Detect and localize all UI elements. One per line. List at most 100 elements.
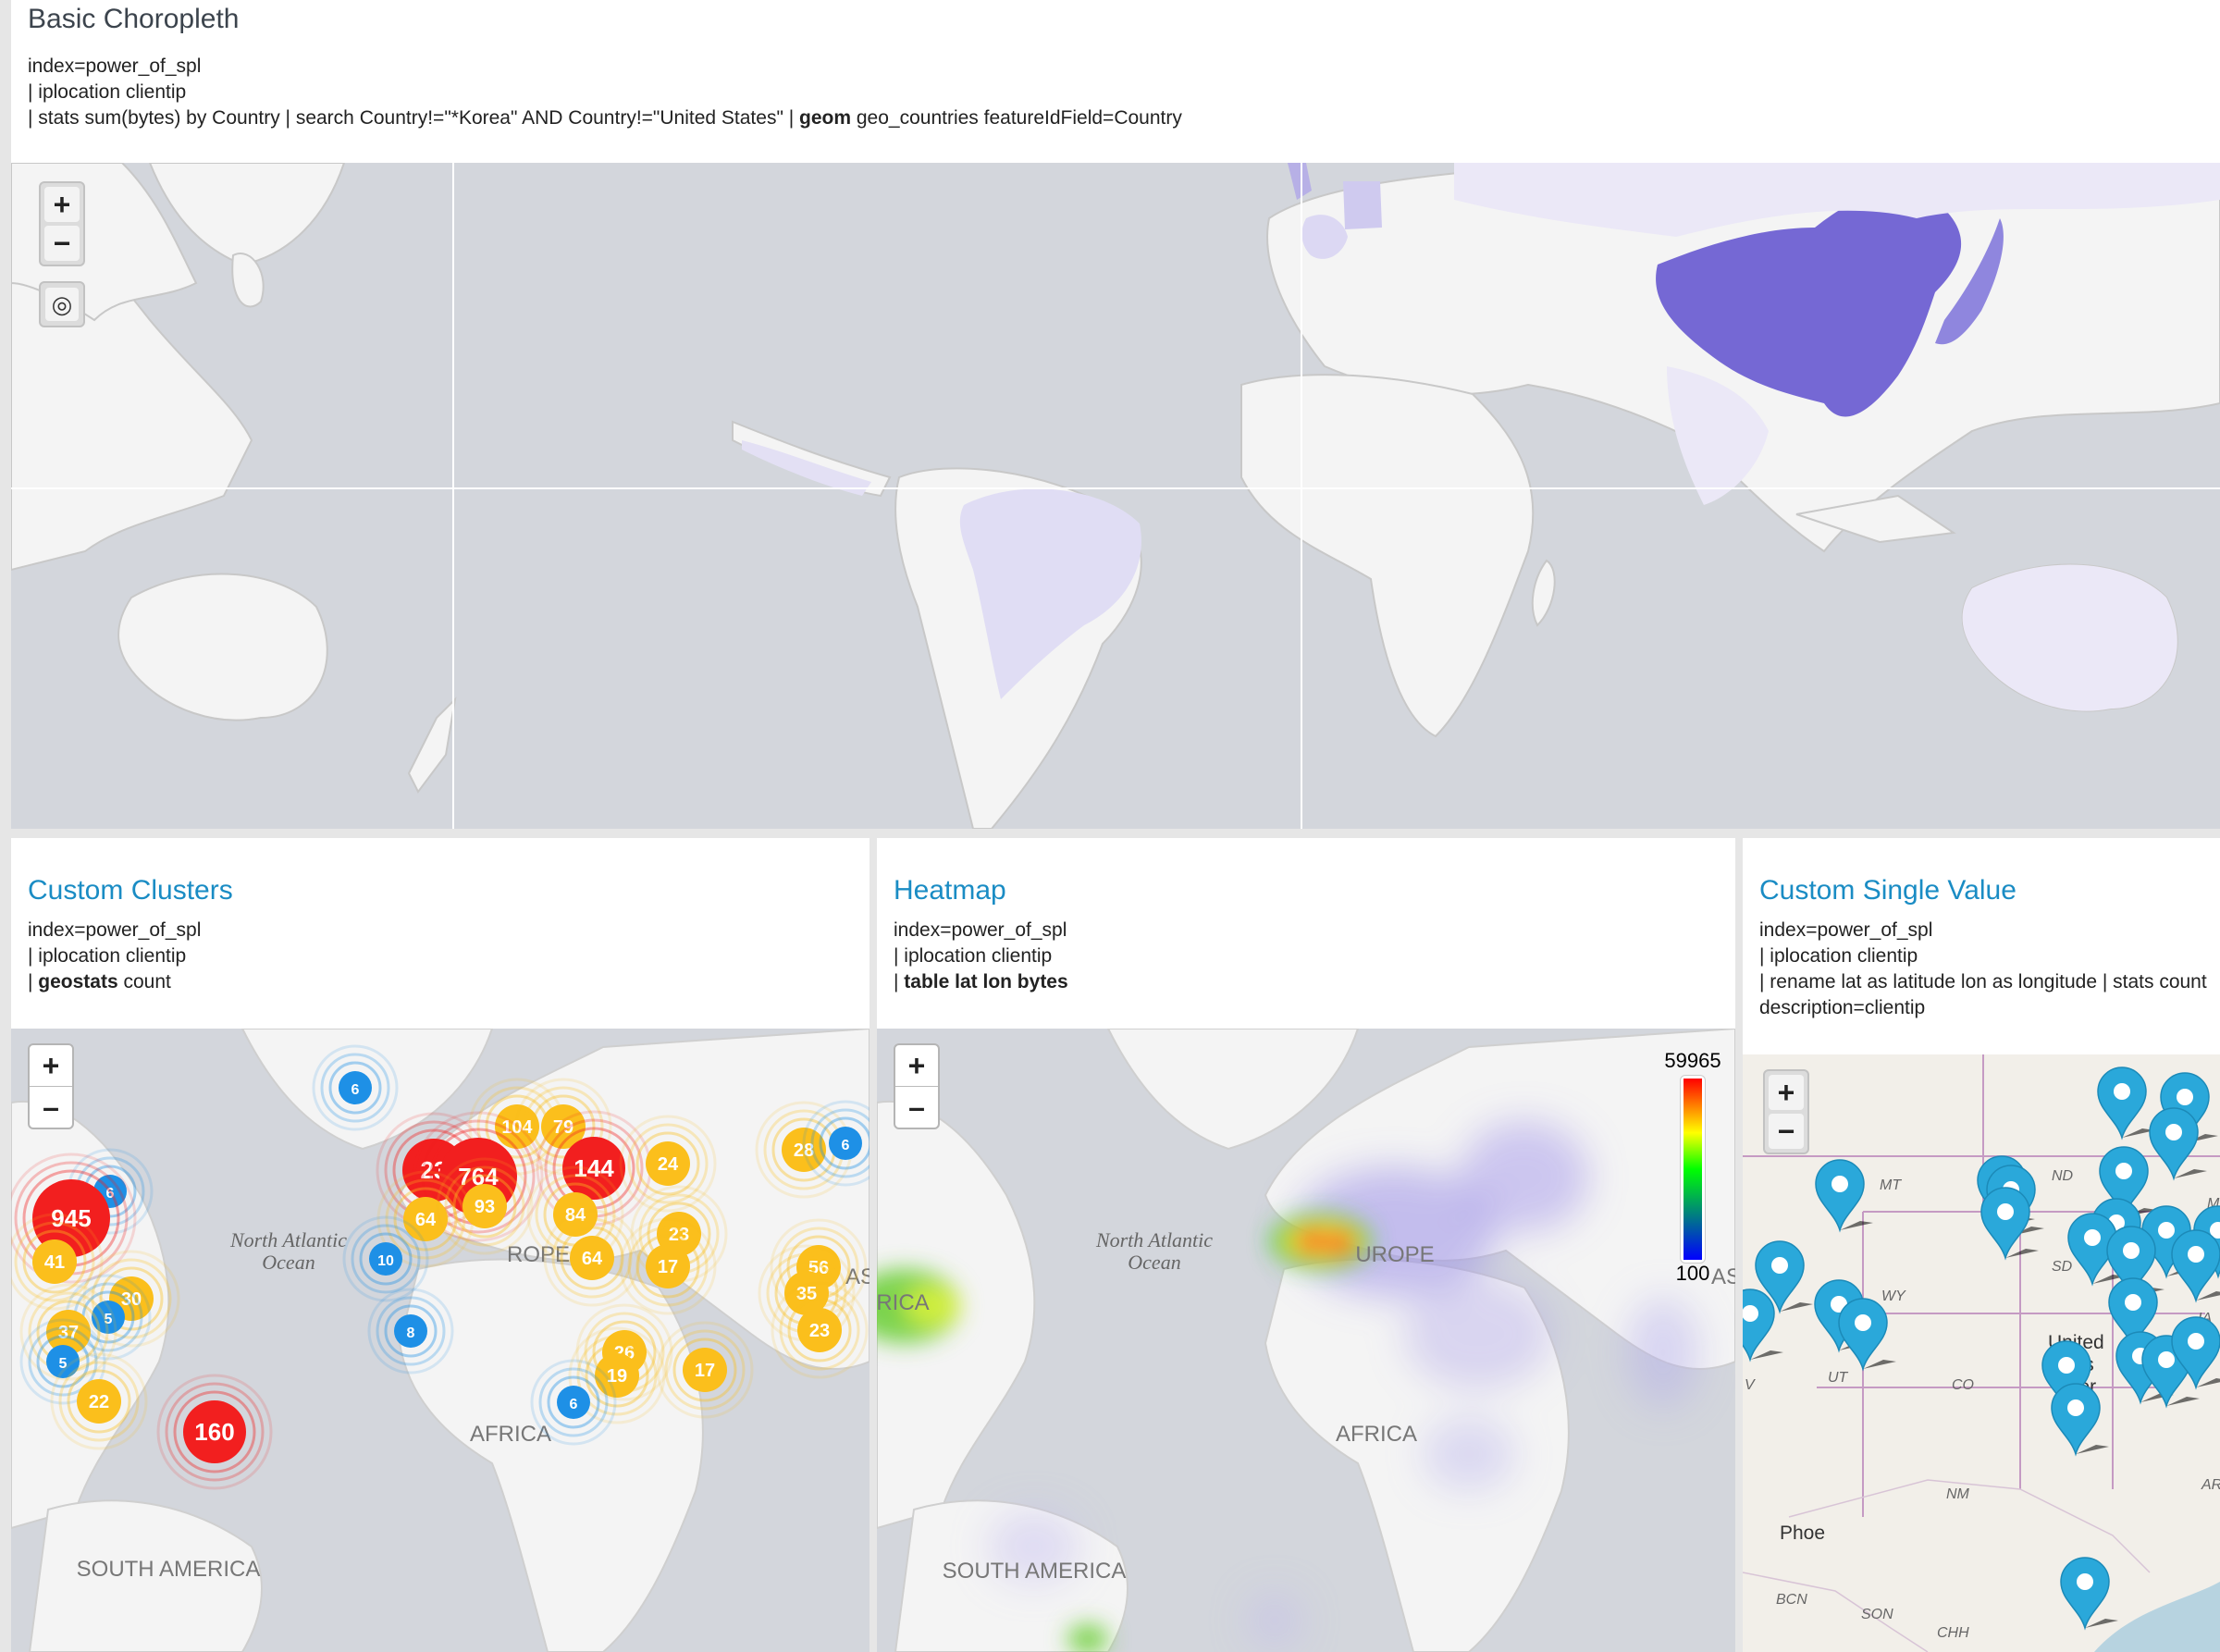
pin-layer (1743, 1066, 2220, 1631)
cluster-marker[interactable]: 10 (342, 1215, 429, 1302)
panel-title: Basic Choropleth (28, 4, 240, 34)
map-label: Phoe (1780, 1523, 1825, 1544)
cluster-count: 17 (695, 1361, 715, 1381)
pin-map[interactable]: MT ND SD ID WY IA UT CO NM TX AR SON CHH… (1743, 1054, 2220, 1652)
search-query: index=power_of_spl | iplocation clientip… (28, 54, 1182, 131)
map-label: SON (1861, 1607, 1893, 1622)
map-label: SOUTH AMERICA (943, 1559, 1127, 1584)
locate-button[interactable]: ◎ (39, 281, 85, 327)
search-query: index=power_of_spl | iplocation clientip… (1759, 918, 2207, 1021)
query-line: description=clientip (1759, 997, 1926, 1018)
query-text: count (117, 971, 171, 992)
query-text: | (894, 971, 905, 992)
location-pin-icon[interactable] (1815, 1159, 1873, 1233)
map-label: RICA (877, 1290, 930, 1315)
pin-map-svg: MT ND SD ID WY IA UT CO NM TX AR SON CHH… (1743, 1054, 2220, 1652)
map-label: SD (2052, 1259, 2073, 1275)
query-line: | table lat lon bytes (894, 969, 1068, 995)
cluster-count: 22 (89, 1392, 109, 1412)
zoom-in-button[interactable]: + (44, 187, 80, 222)
legend-min: 100 (1675, 1262, 1710, 1285)
cluster-count: 64 (415, 1210, 437, 1230)
map-label: Ocean (262, 1251, 314, 1274)
cluster-marker[interactable]: 160 (156, 1374, 273, 1490)
query-line: | iplocation clientip (28, 945, 187, 967)
heatmap-legend: 59965 100 (1654, 1045, 1732, 1285)
panel-title-link[interactable]: Custom Single Value (1759, 875, 2016, 906)
cluster-count: 17 (658, 1257, 678, 1277)
map-label: AR (2201, 1477, 2220, 1493)
zoom-in-button[interactable]: + (30, 1045, 72, 1086)
single-value-panel: Custom Single Value index=power_of_spl |… (1743, 838, 2220, 1652)
heatmap-panel: Heatmap index=power_of_spl | iplocation … (877, 838, 1735, 1652)
query-text: | (28, 971, 39, 992)
crosshair-icon: ◎ (45, 288, 79, 321)
cluster-count: 8 (407, 1325, 415, 1341)
query-command: geostats (38, 971, 118, 992)
zoom-in-button[interactable]: + (895, 1045, 938, 1086)
map-label: NM (1946, 1486, 1970, 1502)
location-pin-icon[interactable] (2097, 1066, 2155, 1140)
map-label: CHH (1937, 1625, 1969, 1641)
legend-gradient (1680, 1075, 1706, 1264)
query-line: index=power_of_spl (1759, 919, 1933, 941)
map-label: WY (1881, 1288, 1906, 1304)
cluster-count: 10 (377, 1253, 394, 1269)
heatmap-map[interactable]: North Atlantic Ocean AFRICA SOUTH AMERIC… (877, 1029, 1735, 1652)
japan-west-land (231, 253, 265, 308)
cluster-count: 24 (658, 1154, 679, 1175)
zoom-out-button[interactable]: − (1769, 1114, 1804, 1149)
cluster-count: 6 (570, 1397, 578, 1412)
map-label: AFRICA (1336, 1422, 1417, 1447)
location-pin-icon[interactable] (2171, 1229, 2220, 1303)
zoom-out-button[interactable]: – (30, 1086, 72, 1128)
query-command: table lat lon bytes (904, 971, 1068, 992)
australia-land (117, 573, 328, 721)
map-label: North Atlantic (1095, 1228, 1213, 1251)
madagascar-land (1531, 559, 1556, 627)
gulf-water (2094, 1582, 2220, 1652)
country-germany (1343, 181, 1382, 229)
search-query: index=power_of_spl | iplocation clientip… (894, 918, 1068, 995)
cluster-count: 93 (475, 1197, 495, 1217)
panel-title-link[interactable]: Custom Clusters (28, 875, 233, 906)
clusters-map[interactable]: North Atlantic Ocean AFRICA SOUTH AMERIC… (11, 1029, 870, 1652)
map-label: Ocean (1128, 1251, 1180, 1274)
country-australia (1962, 564, 2177, 711)
new-zealand-land (407, 697, 457, 794)
query-line: | stats sum(bytes) by Country | search C… (28, 105, 1182, 131)
map-label: UROPE (1355, 1242, 1434, 1267)
panel-title-link[interactable]: Heatmap (894, 875, 1006, 906)
cluster-count: 41 (44, 1252, 65, 1273)
legend-max: 59965 (1664, 1049, 1721, 1072)
location-pin-icon[interactable] (2051, 1383, 2109, 1457)
map-label: ND (2052, 1168, 2074, 1184)
map-label: MT (1880, 1177, 1902, 1193)
query-line: | iplocation clientip (894, 945, 1053, 967)
map-label: SOUTH AMERICA (77, 1557, 261, 1582)
zoom-out-button[interactable]: − (44, 226, 80, 261)
location-pin-icon[interactable] (2060, 1557, 2118, 1631)
cluster-count: 6 (352, 1082, 360, 1098)
zoom-in-button[interactable]: + (1769, 1075, 1804, 1110)
location-pin-icon[interactable] (1838, 1298, 1896, 1372)
map-label: V (1745, 1377, 1756, 1393)
zoom-out-button[interactable]: – (895, 1086, 938, 1128)
cluster-count: 6 (842, 1138, 850, 1153)
country-uk (1288, 163, 1312, 200)
map-label: CO (1952, 1377, 1974, 1393)
choropleth-map[interactable]: + − ◎ (11, 163, 2220, 829)
query-line: | geostats count (28, 969, 201, 995)
cluster-count: 64 (582, 1249, 603, 1269)
zoom-control: + − (39, 181, 85, 266)
world-map-svg (11, 163, 2220, 829)
cluster-count: 23 (809, 1321, 830, 1341)
query-command: geom (799, 107, 852, 129)
heatmap-svg: North Atlantic Ocean AFRICA SOUTH AMERIC… (877, 1029, 1735, 1652)
map-label: UT (1828, 1370, 1849, 1386)
query-line: | iplocation clientip (28, 81, 187, 103)
cluster-map-svg: North Atlantic Ocean AFRICA SOUTH AMERIC… (11, 1029, 870, 1652)
query-text: geo_countries featureIdField=Country (851, 107, 1182, 129)
query-text: | stats sum(bytes) by Country | search C… (28, 107, 800, 129)
map-label: BCN (1776, 1592, 1807, 1608)
